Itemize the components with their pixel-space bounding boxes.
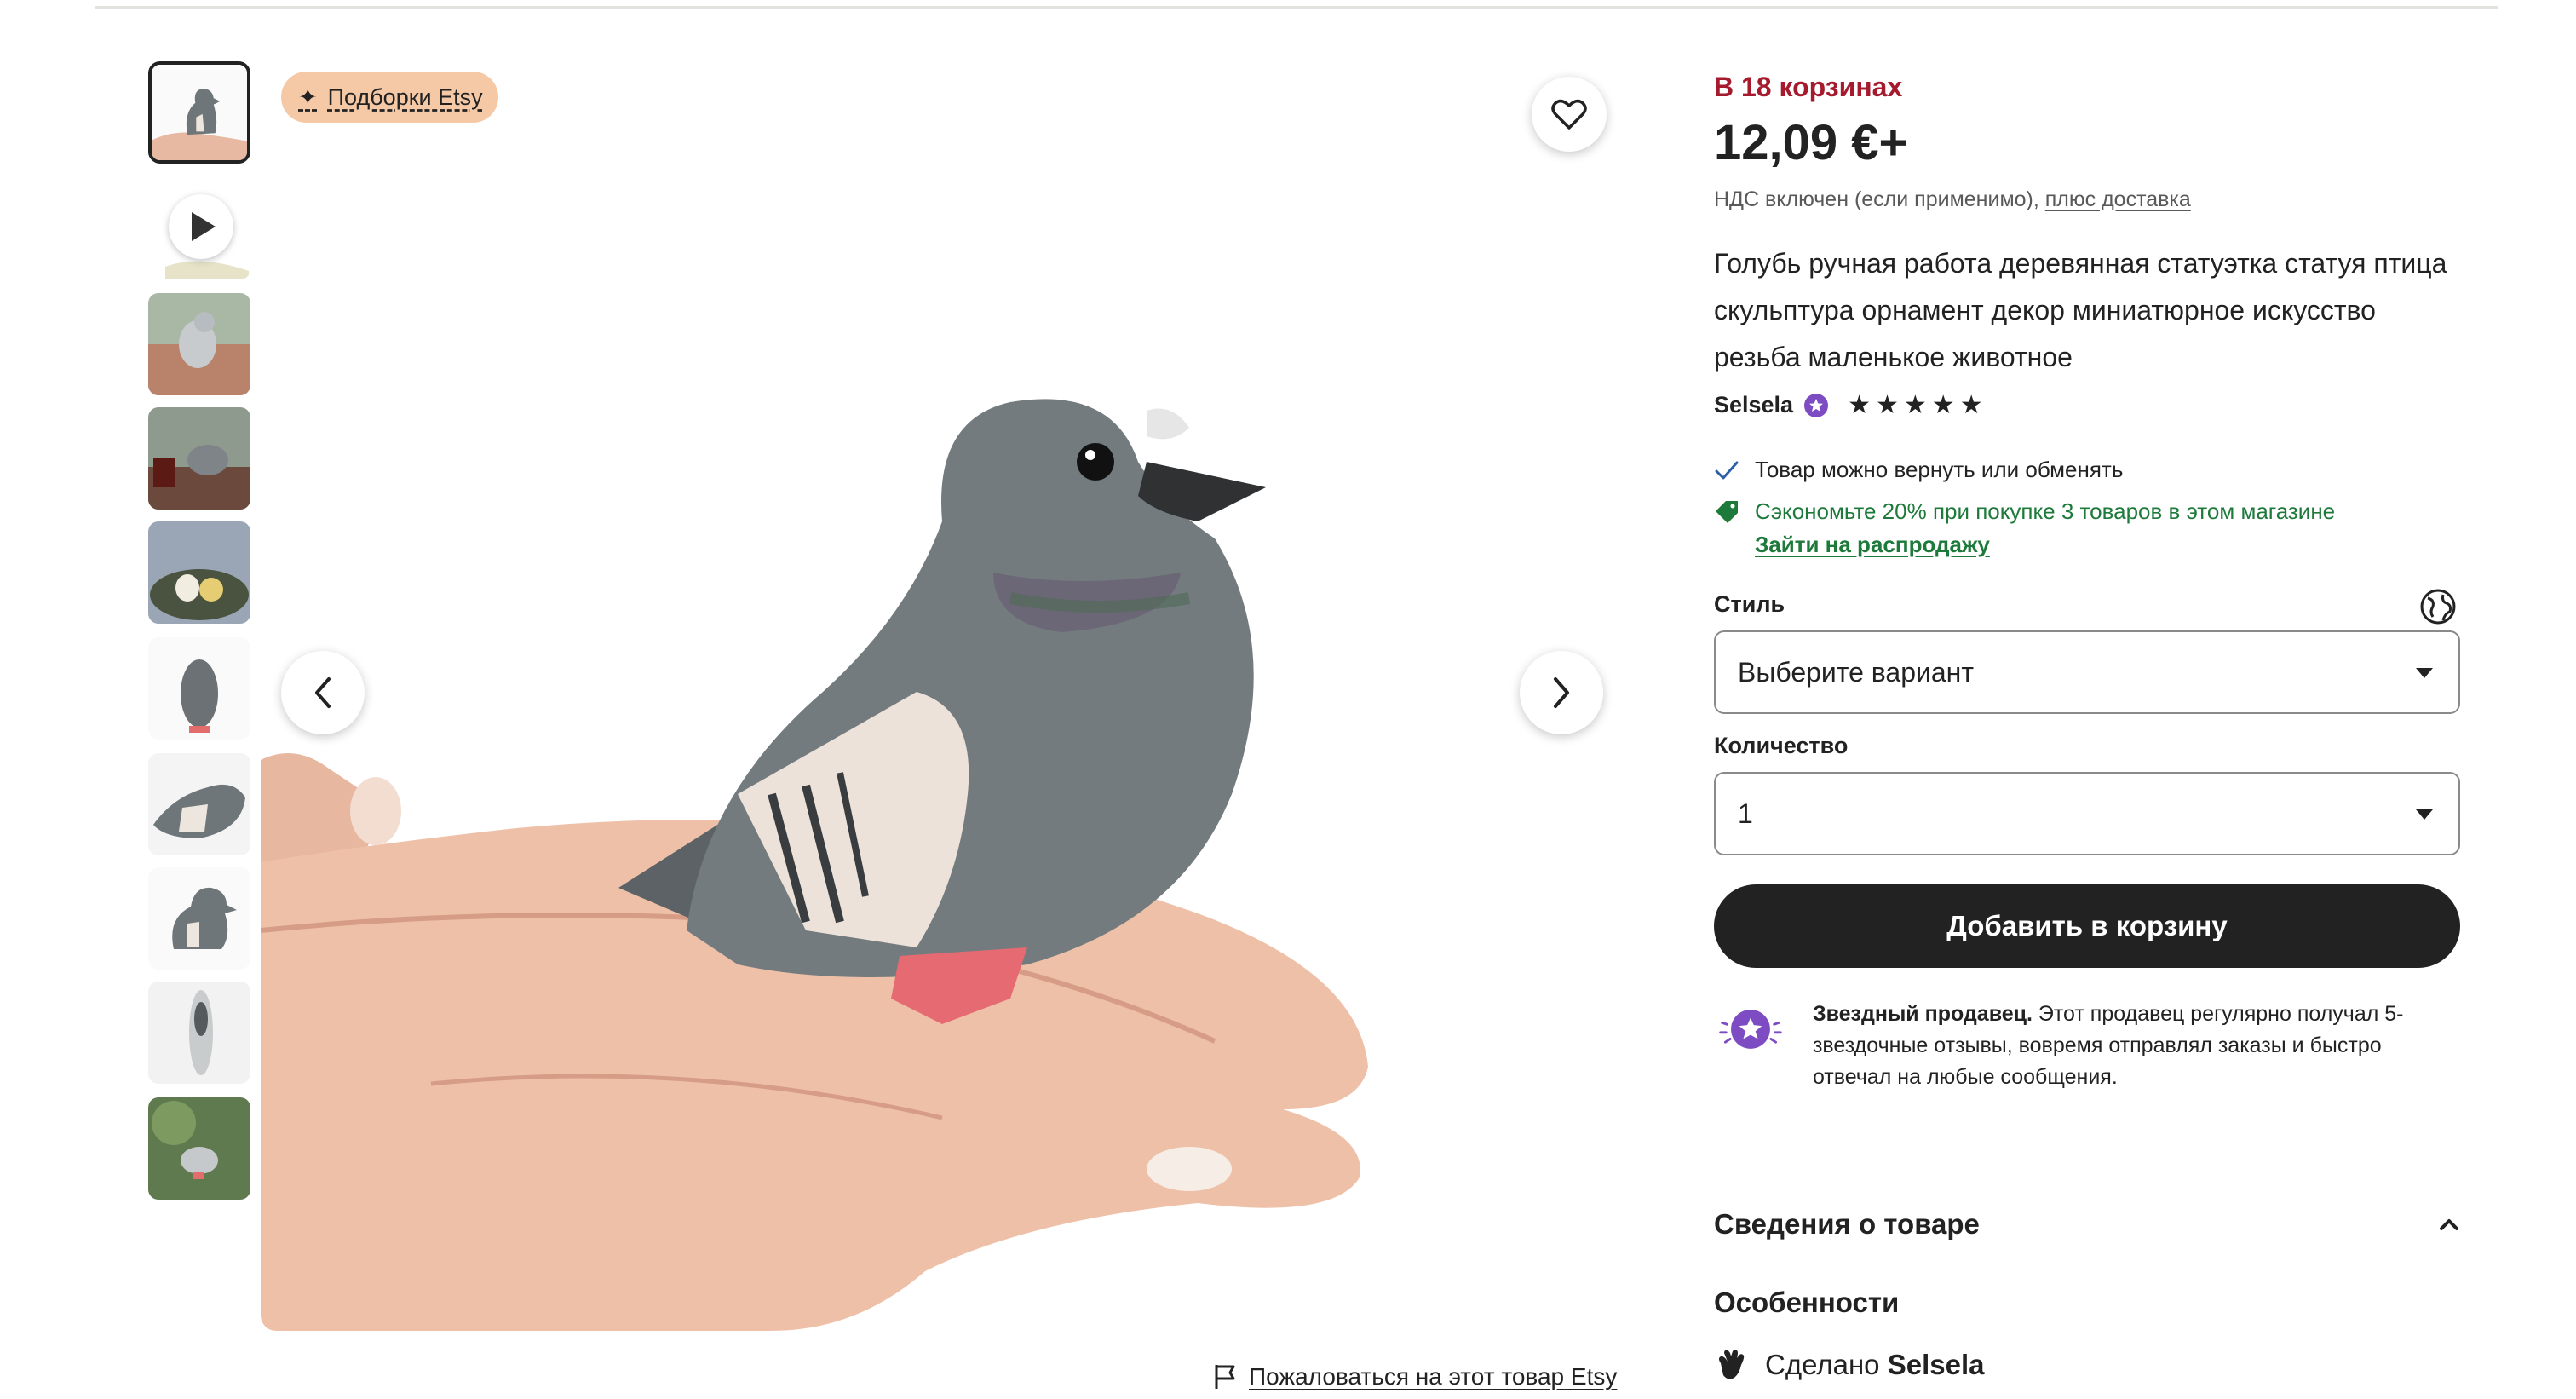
etsy-picks-label: Подборки Etsy [327, 83, 483, 110]
star-icon: ★ [1875, 390, 1899, 419]
product-title: Голубь ручная работа деревянная статуэтк… [1714, 248, 2447, 372]
pigeon-figurine-image [261, 61, 1607, 1331]
report-item-link[interactable]: Пожаловаться на этот товар Etsy [1213, 1363, 1617, 1390]
flag-icon [1215, 1365, 1235, 1389]
item-details-toggle[interactable]: Сведения о товаре [1714, 1208, 2460, 1241]
thumbnail-10[interactable] [148, 1097, 250, 1200]
thumbnail-4[interactable] [148, 407, 250, 510]
thumbnail-image [148, 867, 250, 970]
quantity-select[interactable]: 1 [1714, 772, 2460, 855]
report-item-label: Пожаловаться на этот товар Etsy [1249, 1363, 1618, 1390]
in-carts-count: В 18 корзинах [1714, 72, 1903, 102]
sparkle-icon: ✦ [298, 83, 318, 110]
thumbnail-image [148, 637, 250, 740]
thumbnail-9[interactable] [148, 982, 250, 1084]
thumbnail-image [148, 521, 250, 624]
previous-image-button[interactable] [281, 651, 365, 734]
thumbnail-5[interactable] [148, 521, 250, 624]
quantity-label: Количество [1714, 733, 1849, 758]
thumbnail-8[interactable] [148, 867, 250, 970]
style-select[interactable]: Выберите вариант [1714, 630, 2460, 714]
made-by-text: Сделано Selsela [1765, 1349, 1984, 1381]
globe-icon[interactable] [2419, 588, 2457, 625]
style-label: Стиль [1714, 591, 1785, 617]
rating-stars[interactable]: ★ ★ ★ ★ ★ [1848, 390, 1983, 419]
main-product-image[interactable] [261, 61, 1607, 1331]
price: 12,09 €+ [1714, 115, 1908, 170]
add-to-cart-button[interactable]: Добавить в корзину [1714, 884, 2460, 968]
returns-text: Товар можно вернуть или обменять [1755, 457, 2124, 482]
go-to-sale-link[interactable]: Зайти на распродажу [1755, 532, 1990, 558]
style-select-value: Выберите вариант [1738, 656, 1974, 688]
thumbnail-image [148, 407, 250, 510]
discount-text: Сэкономьте 20% при покупке 3 товаров в э… [1755, 498, 2336, 524]
star-icon: ★ [1848, 390, 1871, 419]
returns-benefit: Товар можно вернуть или обменять [1714, 457, 2123, 483]
thumbnail-3[interactable] [148, 293, 250, 395]
thumbnail-image [148, 1097, 250, 1200]
favorite-button[interactable] [1532, 77, 1607, 152]
header-divider [95, 6, 2498, 9]
item-details-heading: Сведения о товаре [1714, 1208, 1980, 1240]
made-by: Сделано Selsela [1714, 1348, 1984, 1382]
vat-note: НДС включен (если применимо), плюс доста… [1714, 187, 2191, 212]
thumbnail-6[interactable] [148, 637, 250, 740]
hand-wave-icon [1719, 1350, 1745, 1379]
caret-down-icon [2416, 668, 2433, 678]
play-icon [169, 194, 233, 259]
next-image-button[interactable] [1520, 651, 1603, 734]
thumbnail-image [152, 65, 247, 160]
star-seller-icon [1719, 1010, 1782, 1049]
star-icon: ★ [1931, 390, 1955, 419]
thumbnail-image [148, 753, 250, 855]
star-seller-title: Звездный продавец. [1812, 1002, 2033, 1026]
shipping-link[interactable]: плюс доставка [2045, 187, 2191, 211]
etsy-picks-badge[interactable]: ✦ Подборки Etsy [281, 72, 498, 123]
thumbnail-image [148, 293, 250, 395]
heart-icon [1551, 99, 1587, 130]
checkmark-icon [1715, 461, 1739, 479]
seller-name[interactable]: Selsela [1714, 392, 1793, 418]
star-icon: ★ [1903, 390, 1927, 419]
quantity-select-value: 1 [1738, 797, 1753, 829]
thumbnail-video[interactable] [148, 177, 250, 279]
vat-text: НДС включен (если применимо), [1714, 187, 2039, 211]
chevron-left-icon [315, 677, 331, 708]
tag-icon [1716, 500, 1738, 523]
caret-down-icon [2416, 809, 2433, 820]
star-seller-info: Звездный продавец. Этот продавец регуляр… [1714, 999, 2464, 1093]
star-seller-badge-icon [1804, 393, 1829, 417]
chevron-right-icon [1554, 677, 1569, 708]
features-heading: Особенности [1714, 1287, 1900, 1318]
thumbnail-image [148, 982, 250, 1084]
thumbnail-1[interactable] [148, 61, 250, 164]
seller-info: Selsela ★ ★ ★ ★ ★ [1714, 392, 1983, 418]
made-by-seller[interactable]: Selsela [1888, 1349, 1985, 1380]
star-seller-description: Звездный продавец. Этот продавец регуляр… [1813, 999, 2464, 1093]
star-icon: ★ [1959, 390, 1983, 419]
chevron-up-icon [2440, 1219, 2458, 1230]
discount-benefit: Сэкономьте 20% при покупке 3 товаров в э… [1714, 498, 2335, 525]
thumbnail-7[interactable] [148, 753, 250, 855]
made-by-prefix: Сделано [1765, 1349, 1880, 1380]
